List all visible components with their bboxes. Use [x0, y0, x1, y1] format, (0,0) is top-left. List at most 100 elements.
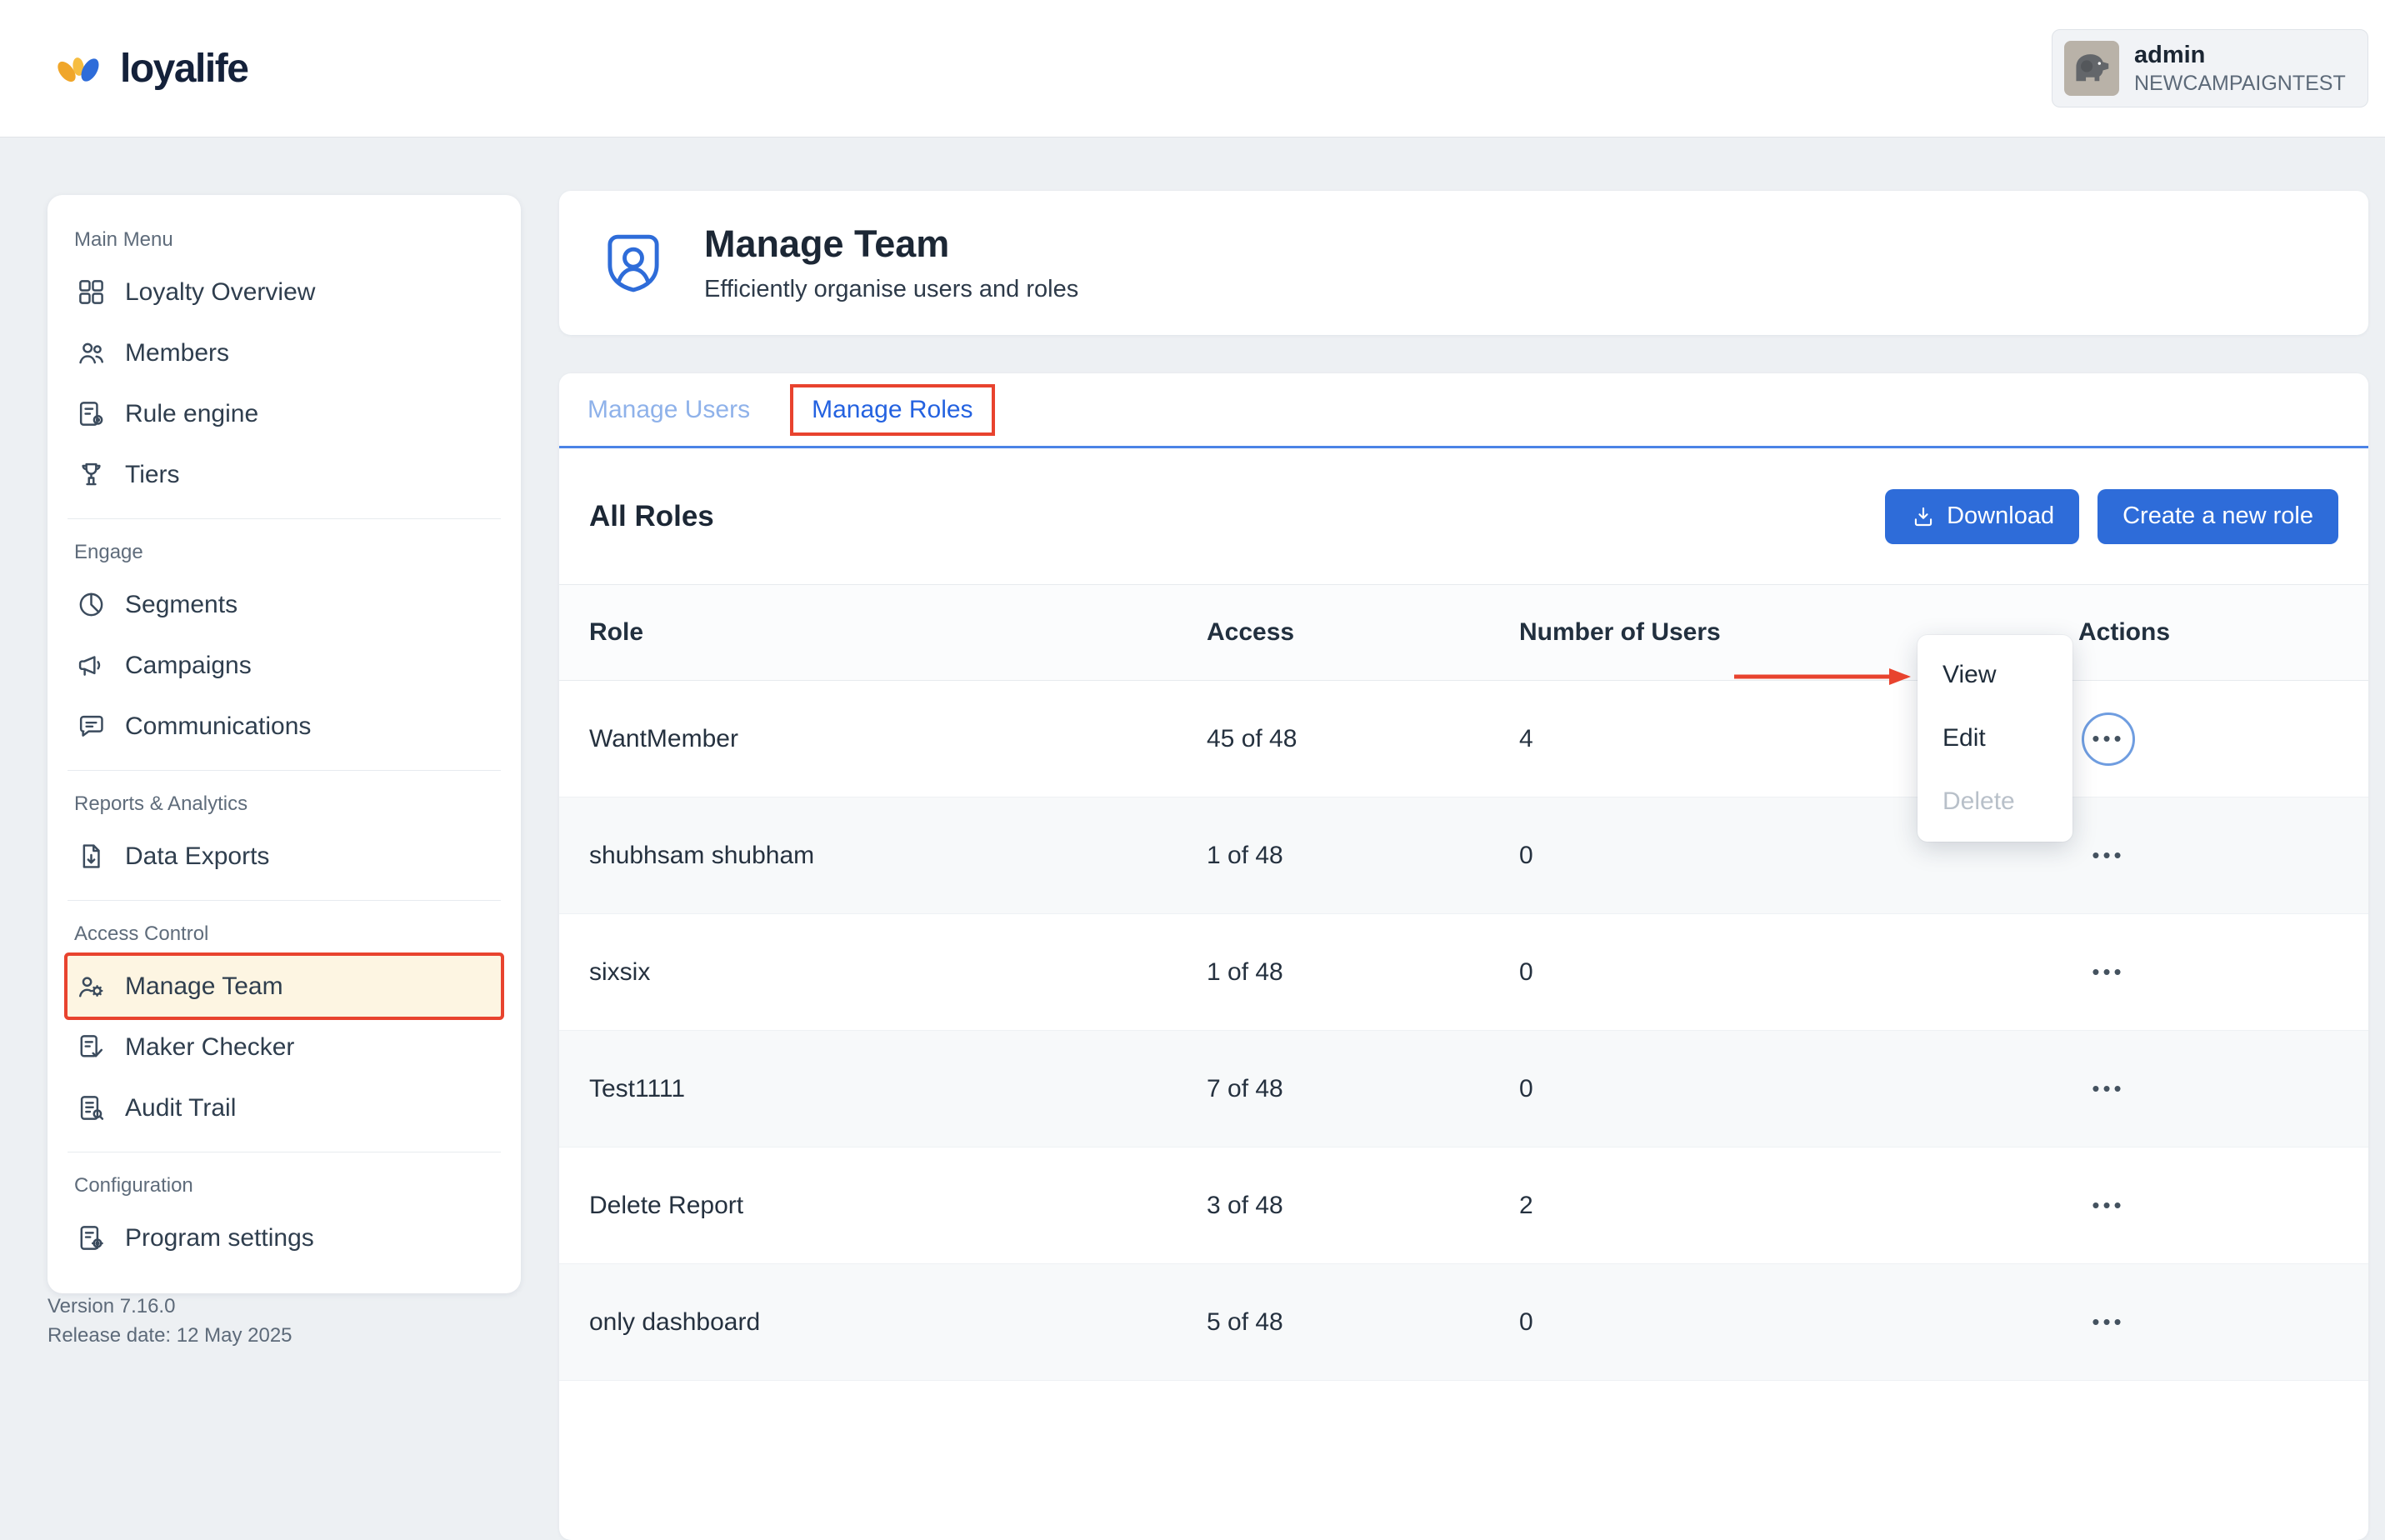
top-header: loyalife admin NEWCAMPAIGNTEST: [0, 0, 2385, 137]
communications-icon: [76, 711, 107, 742]
data-exports-icon: [76, 841, 107, 872]
sidebar: Main Menu Loyalty Overview Members Rule eng…: [48, 195, 521, 1293]
sidebar-item-label: Data Exports: [125, 842, 269, 871]
cell-actions: •••: [2078, 1296, 2338, 1349]
sidebar-item-loyalty-overview[interactable]: Loyalty Overview: [68, 262, 501, 322]
sidebar-section-label: Reports & Analytics: [68, 771, 501, 826]
sidebar-item-label: Campaigns: [125, 652, 252, 680]
column-header-role: Role: [589, 618, 1207, 647]
create-role-button-label: Create a new role: [2122, 502, 2313, 530]
audit-trail-icon: [76, 1092, 107, 1123]
page-subtitle: Efficiently organise users and roles: [704, 276, 1078, 303]
tab-manage-roles[interactable]: Manage Roles: [790, 384, 994, 436]
download-button[interactable]: Download: [1885, 489, 2079, 544]
page-title: Manage Team: [704, 222, 1078, 266]
sidebar-item-manage-team[interactable]: Manage Team: [68, 956, 501, 1017]
cell-role: WantMember: [589, 725, 1207, 753]
sidebar-item-label: Segments: [125, 591, 238, 619]
cell-access: 3 of 48: [1207, 1192, 1519, 1220]
cell-users: 0: [1519, 842, 2078, 870]
tab-manage-users[interactable]: Manage Users: [588, 396, 750, 424]
column-header-actions: Actions: [2078, 618, 2338, 647]
sidebar-item-maker-checker[interactable]: Maker Checker: [68, 1017, 501, 1078]
brand-logo-icon: [52, 44, 108, 92]
sidebar-section: ConfigurationProgram settings: [68, 1152, 501, 1268]
cell-role: shubhsam shubham: [589, 842, 1207, 870]
menu-item-view[interactable]: View: [1918, 643, 2072, 707]
menu-item-edit[interactable]: Edit: [1918, 707, 2072, 770]
cell-access: 7 of 48: [1207, 1075, 1519, 1103]
release-date-text: Release date: 12 May 2025: [48, 1321, 292, 1350]
context-menu: ViewEditDelete: [1918, 635, 2072, 842]
sidebar-item-data-exports[interactable]: Data Exports: [68, 826, 501, 887]
sidebar-item-program-settings[interactable]: Program settings: [68, 1208, 501, 1268]
brand-name: loyalife: [120, 46, 248, 92]
row-actions-button[interactable]: •••: [2082, 1062, 2135, 1116]
row-actions-button[interactable]: •••: [2082, 1179, 2135, 1232]
cell-access: 1 of 48: [1207, 958, 1519, 987]
cell-access: 45 of 48: [1207, 725, 1519, 753]
page-header-card: Manage Team Efficiently organise users a…: [559, 191, 2368, 335]
download-icon: [1910, 503, 1937, 530]
sidebar-item-label: Loyalty Overview: [125, 278, 315, 307]
sidebar-item-label: Communications: [125, 712, 311, 741]
cell-actions: •••: [2078, 829, 2338, 882]
row-actions-button[interactable]: •••: [2082, 712, 2135, 766]
table-row: shubhsam shubham1 of 480•••: [559, 798, 2368, 914]
user-meta: admin NEWCAMPAIGNTEST: [2134, 42, 2346, 96]
tiers-icon: [76, 459, 107, 490]
sidebar-section-label: Configuration: [68, 1152, 501, 1208]
cell-role: Delete Report: [589, 1192, 1207, 1220]
cell-users: 0: [1519, 1308, 2078, 1337]
table-row: WantMember45 of 484•••: [559, 681, 2368, 798]
version-info: Version 7.16.0 Release date: 12 May 2025: [48, 1292, 292, 1350]
cell-actions: •••: [2078, 1062, 2338, 1116]
sidebar-item-audit-trail[interactable]: Audit Trail: [68, 1078, 501, 1138]
main-content: Manage Team Efficiently organise users a…: [559, 191, 2368, 1540]
cell-role: only dashboard: [589, 1308, 1207, 1337]
roles-actions: Download Create a new role: [1885, 489, 2338, 544]
version-text: Version 7.16.0: [48, 1292, 292, 1321]
column-header-access: Access: [1207, 618, 1519, 647]
user-name: admin: [2134, 42, 2346, 69]
sidebar-item-segments[interactable]: Segments: [68, 574, 501, 635]
cell-role: sixsix: [589, 958, 1207, 987]
sidebar-section-label: Engage: [68, 519, 501, 574]
user-menu[interactable]: admin NEWCAMPAIGNTEST: [2052, 29, 2368, 108]
avatar: [2064, 41, 2119, 96]
sidebar-section-label: Main Menu: [68, 207, 501, 262]
rule-engine-icon: [76, 398, 107, 429]
sidebar-item-campaigns[interactable]: Campaigns: [68, 635, 501, 696]
row-actions-button[interactable]: •••: [2082, 946, 2135, 999]
roles-heading: All Roles: [589, 500, 714, 533]
sidebar-item-label: Rule engine: [125, 400, 258, 428]
sidebar-sections: Main Menu Loyalty Overview Members Rule eng…: [48, 207, 521, 1268]
sidebar-section-label: Access Control: [68, 901, 501, 956]
sidebar-section: Main Menu Loyalty Overview Members Rule eng…: [68, 207, 501, 505]
table-row: Test11117 of 480•••: [559, 1031, 2368, 1148]
cell-access: 1 of 48: [1207, 842, 1519, 870]
row-actions-button[interactable]: •••: [2082, 1296, 2135, 1349]
sidebar-item-tiers[interactable]: Tiers: [68, 444, 501, 505]
annotation-arrow: [1732, 663, 1911, 690]
content-card: Manage Users Manage Roles All Roles Down…: [559, 373, 2368, 1540]
roles-table-body: WantMember45 of 484•••shubhsam shubham1 …: [559, 681, 2368, 1381]
maker-checker-icon: [76, 1032, 107, 1062]
cell-actions: •••: [2078, 946, 2338, 999]
row-actions-button[interactable]: •••: [2082, 829, 2135, 882]
sidebar-section: Engage Segments Campaigns Communications: [68, 518, 501, 757]
sidebar-item-members[interactable]: Members: [68, 322, 501, 383]
sidebar-item-label: Maker Checker: [125, 1033, 294, 1062]
tab-bar: Manage Users Manage Roles: [559, 373, 2368, 448]
loyalty-overview-icon: [76, 277, 107, 308]
roles-table-head: RoleAccessNumber of UsersActions: [559, 584, 2368, 681]
manage-team-badge-icon: [596, 226, 671, 301]
sidebar-item-communications[interactable]: Communications: [68, 696, 501, 757]
sidebar-item-label: Audit Trail: [125, 1094, 236, 1122]
sidebar-item-rule-engine[interactable]: Rule engine: [68, 383, 501, 444]
roles-toolbar: All Roles Download Create a new role: [559, 448, 2368, 584]
create-role-button[interactable]: Create a new role: [2098, 489, 2338, 544]
cell-users: 0: [1519, 1075, 2078, 1103]
members-icon: [76, 338, 107, 368]
manage-team-icon: [76, 971, 107, 1002]
